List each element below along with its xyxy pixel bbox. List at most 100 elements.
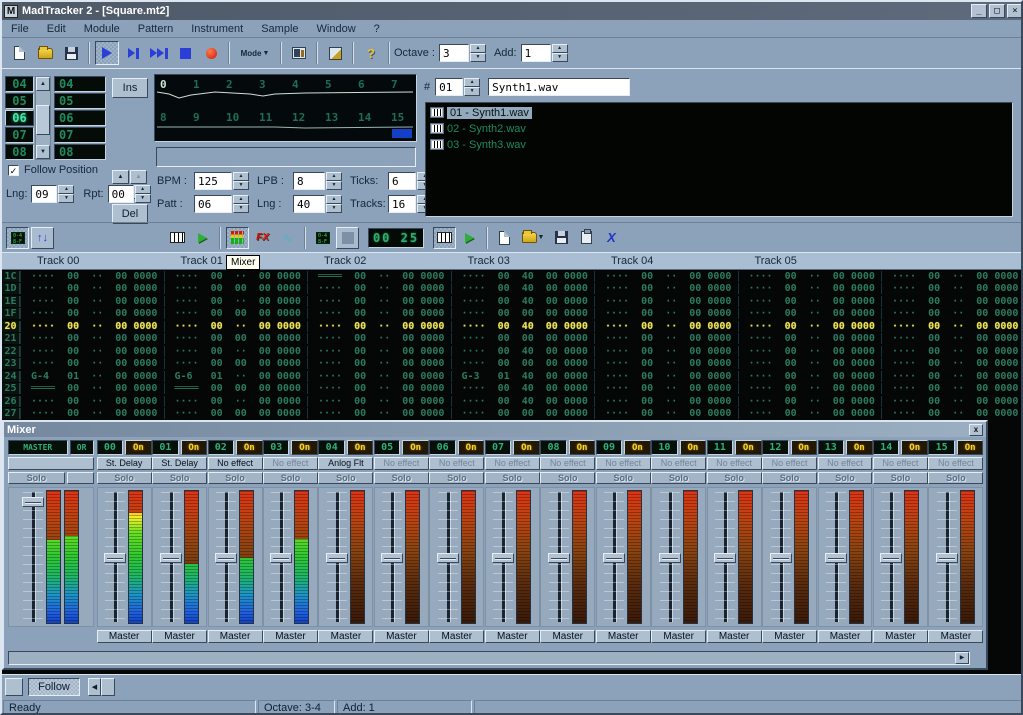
channel-fader[interactable] bbox=[715, 490, 735, 624]
pattern-cell-t6-r1C[interactable]: ···· 00 ·· 00 0000 bbox=[881, 271, 1023, 282]
overview-pattern-12[interactable]: 12 bbox=[292, 111, 305, 124]
overview-pattern-2[interactable]: 2 bbox=[226, 78, 233, 91]
overview-pattern-11[interactable]: 11 bbox=[259, 111, 272, 124]
sample-list-item[interactable]: 02 - Synth2.wav bbox=[427, 121, 1011, 136]
channel-effect-button[interactable]: No effect bbox=[485, 457, 540, 470]
pattern-cell-t3-r1F[interactable]: ···· 00 00 00 0000 bbox=[451, 308, 595, 319]
pattern-cell-t6-r25[interactable]: ···· 00 ·· 00 0000 bbox=[881, 383, 1023, 394]
transpose-button[interactable]: ↑↓ bbox=[31, 227, 54, 249]
mixer-close-button[interactable]: x bbox=[969, 424, 983, 436]
order-pattern-07[interactable]: 07 bbox=[54, 127, 106, 143]
save-button[interactable] bbox=[59, 41, 83, 65]
pattern-cell-t0-r22[interactable]: ···· 00 ·· 00 0000 bbox=[20, 346, 164, 357]
scrollbar-thumb[interactable] bbox=[36, 105, 50, 135]
overview-pattern-7[interactable]: 7 bbox=[391, 78, 398, 91]
pattern-cell-t1-r26[interactable]: ···· 00 ·· 00 0000 bbox=[164, 396, 308, 407]
pattern-cell-t3-r25[interactable]: ···· 00 40 00 0000 bbox=[451, 383, 595, 394]
channel-on-button[interactable]: On bbox=[458, 440, 484, 455]
comment-box[interactable] bbox=[156, 147, 416, 167]
pattern-cell-t2-r23[interactable]: ···· 00 ·· 00 0000 bbox=[307, 358, 451, 369]
overview-pattern-10[interactable]: 10 bbox=[226, 111, 239, 124]
spin-up-icon[interactable] bbox=[58, 185, 74, 194]
channel-solo-button[interactable]: Solo bbox=[208, 472, 263, 484]
channel-route-button[interactable]: Master bbox=[762, 630, 817, 643]
mode-dropdown[interactable]: Mode ▼ bbox=[235, 41, 275, 65]
overview-pattern-1[interactable]: 1 bbox=[193, 78, 200, 91]
order-pattern-06[interactable]: 06 bbox=[54, 110, 106, 126]
channel-fader[interactable] bbox=[493, 490, 513, 624]
fader-handle[interactable] bbox=[160, 553, 182, 563]
pattern-cell-t4-r20[interactable]: ···· 00 ·· 00 0000 bbox=[594, 321, 738, 332]
channel-effect-button[interactable]: No effect bbox=[540, 457, 595, 470]
waveform-button[interactable]: ∿ bbox=[276, 227, 299, 249]
fader-handle[interactable] bbox=[880, 553, 902, 563]
pattern-cell-t2-r25[interactable]: ···· 00 ·· 00 0000 bbox=[307, 383, 451, 394]
app-icon[interactable]: M bbox=[4, 5, 18, 18]
pattern-cell-t6-r26[interactable]: ···· 00 ·· 00 0000 bbox=[881, 396, 1023, 407]
bottom-blank-button-2[interactable] bbox=[101, 678, 115, 696]
delete-pattern-button[interactable]: X bbox=[600, 227, 623, 249]
overview-pattern-9[interactable]: 9 bbox=[193, 111, 200, 124]
master-solo-button[interactable]: Solo bbox=[8, 472, 65, 484]
repeat-input[interactable]: 00 bbox=[108, 185, 134, 203]
pattern-cell-t0-r23[interactable]: ···· 00 ·· 00 0000 bbox=[20, 358, 164, 369]
insert-order-button[interactable]: Ins bbox=[112, 78, 148, 98]
pattern-cell-t5-r21[interactable]: ···· 00 ·· 00 0000 bbox=[738, 333, 882, 344]
lpb-input[interactable]: 8 bbox=[293, 172, 325, 190]
channel-on-button[interactable]: On bbox=[236, 440, 262, 455]
master-solo-blank[interactable] bbox=[67, 472, 94, 484]
pattern-cell-t5-r22[interactable]: ···· 00 ·· 00 0000 bbox=[738, 346, 882, 357]
channel-route-button[interactable]: Master bbox=[374, 630, 429, 643]
pattern-cell-t6-r27[interactable]: ···· 00 ·· 00 0000 bbox=[881, 408, 1023, 419]
open-pattern-button[interactable]: ▼ bbox=[518, 227, 548, 249]
bpm-input[interactable]: 125 bbox=[194, 172, 232, 190]
spin-down-icon[interactable] bbox=[326, 181, 342, 190]
spin-up-icon[interactable] bbox=[470, 44, 486, 53]
fader-handle[interactable] bbox=[326, 553, 348, 563]
help-button[interactable]: ? bbox=[359, 41, 383, 65]
fader-handle[interactable] bbox=[437, 553, 459, 563]
channel-fader[interactable] bbox=[327, 490, 347, 624]
channel-route-button[interactable]: Master bbox=[596, 630, 651, 643]
sample-number-input[interactable]: 01 bbox=[435, 78, 463, 96]
channel-fader[interactable] bbox=[438, 490, 458, 624]
minimize-button[interactable]: _ bbox=[971, 4, 987, 18]
channel-on-button[interactable]: On bbox=[402, 440, 428, 455]
channel-fader[interactable] bbox=[105, 490, 125, 624]
overview-pattern-6[interactable]: 6 bbox=[358, 78, 365, 91]
fader-handle[interactable] bbox=[270, 553, 292, 563]
overview-pattern-5[interactable]: 5 bbox=[325, 78, 332, 91]
spin-up-icon[interactable] bbox=[326, 195, 342, 204]
overview-pattern-15[interactable]: 15 bbox=[391, 111, 404, 124]
pattern-cell-t6-r1D[interactable]: ···· 00 ·· 00 0000 bbox=[881, 283, 1023, 294]
pattern-cell-t0-r27[interactable]: ···· 00 ·· 00 0000 bbox=[20, 408, 164, 419]
menu-item-pattern[interactable]: Pattern bbox=[129, 21, 182, 37]
save-pattern-button[interactable] bbox=[550, 227, 573, 249]
channel-solo-button[interactable]: Solo bbox=[263, 472, 318, 484]
channel-fader[interactable] bbox=[382, 490, 402, 624]
pattern-cell-t4-r22[interactable]: ···· 00 ·· 00 0000 bbox=[594, 346, 738, 357]
spin-down-icon[interactable] bbox=[233, 181, 249, 190]
channel-effect-button[interactable]: St. Delay bbox=[97, 457, 152, 470]
channel-solo-button[interactable]: Solo bbox=[429, 472, 484, 484]
pattern-cell-t4-r23[interactable]: ···· 00 ·· 00 0000 bbox=[594, 358, 738, 369]
channel-route-button[interactable]: Master bbox=[818, 630, 873, 643]
pattern-cell-t3-r1C[interactable]: ···· 00 40 00 0000 bbox=[451, 271, 595, 282]
scrollbar-track[interactable] bbox=[9, 652, 955, 664]
close-button[interactable]: × bbox=[1007, 4, 1023, 18]
pattern-cell-t2-r1C[interactable]: ════ 00 ·· 00 0000 bbox=[307, 271, 451, 282]
channel-route-button[interactable]: Master bbox=[651, 630, 706, 643]
channel-effect-button[interactable]: No effect bbox=[429, 457, 484, 470]
pattern-cell-t0-r1F[interactable]: ···· 00 ·· 00 0000 bbox=[20, 308, 164, 319]
pattern-cell-t5-r26[interactable]: ···· 00 ·· 00 0000 bbox=[738, 396, 882, 407]
blank-button[interactable] bbox=[336, 227, 359, 249]
pattern-cell-t2-r24[interactable]: ···· 00 ·· 00 0000 bbox=[307, 371, 451, 382]
master-fader[interactable] bbox=[23, 490, 43, 624]
pattern-cell-t3-r1D[interactable]: ···· 00 40 00 0000 bbox=[451, 283, 595, 294]
channel-solo-button[interactable]: Solo bbox=[873, 472, 928, 484]
channel-effect-button[interactable]: No effect bbox=[762, 457, 817, 470]
piano-record-toggle[interactable] bbox=[433, 227, 456, 249]
pattern-cell-t4-r1F[interactable]: ···· 00 ·· 00 0000 bbox=[594, 308, 738, 319]
channel-effect-button[interactable]: No effect bbox=[651, 457, 706, 470]
menu-item-edit[interactable]: Edit bbox=[38, 21, 75, 37]
